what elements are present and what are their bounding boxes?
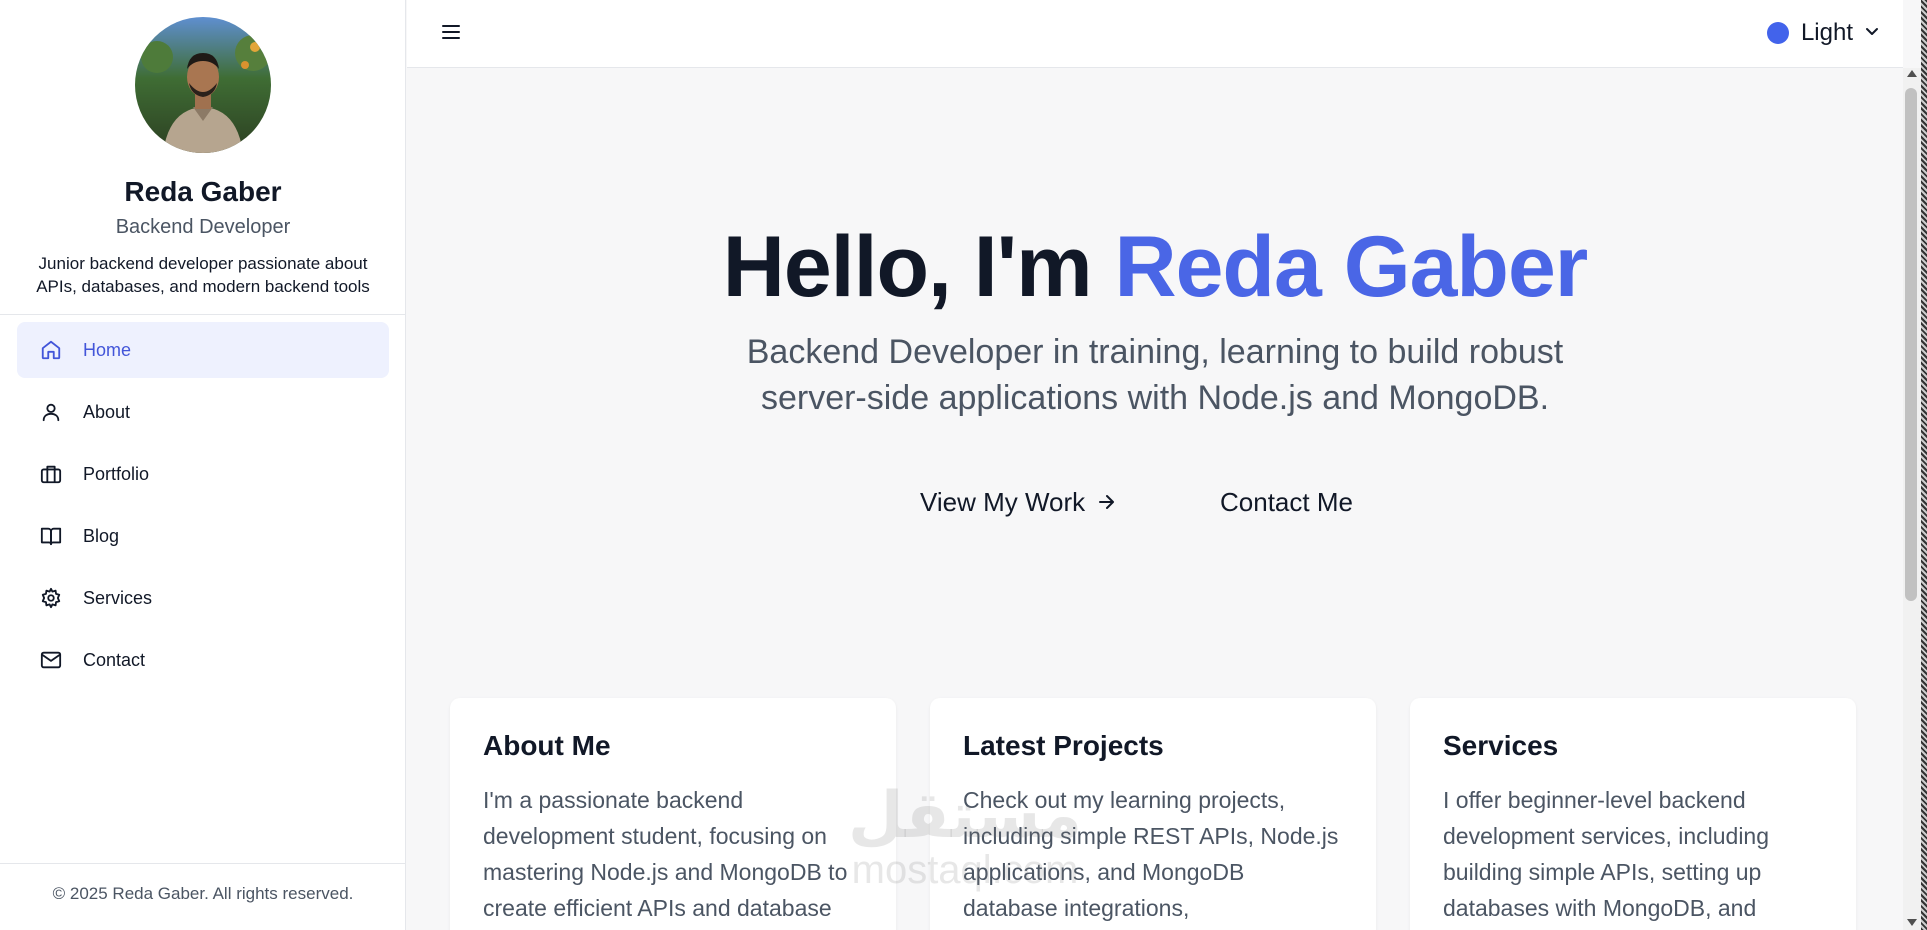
- sidebar-nav: Home About Portfolio Blog Services Conta…: [17, 322, 389, 694]
- user-icon: [39, 400, 63, 424]
- card-text: Check out my learning projects, includin…: [963, 787, 1339, 921]
- card-text: I'm a passionate backend development stu…: [483, 787, 848, 921]
- card-title: Latest Projects: [963, 730, 1164, 761]
- sidebar-item-label: Home: [83, 339, 132, 360]
- hero-greeting: Hello, I'm: [722, 219, 1115, 315]
- menu-toggle-button[interactable]: [437, 20, 465, 48]
- profile-bio: Junior backend developer passionate abou…: [36, 254, 370, 296]
- book-icon: [39, 524, 63, 548]
- avatar: [135, 17, 271, 153]
- copyright-text: © 2025 Reda Gaber. All rights reserved.: [52, 884, 354, 903]
- sidebar-item-label: Contact: [83, 649, 146, 670]
- mail-icon: [39, 648, 63, 672]
- hero-name: Reda Gaber: [1114, 219, 1589, 315]
- divider: [0, 314, 405, 315]
- sidebar-item-blog[interactable]: Blog: [17, 508, 389, 564]
- top-bar: Light: [407, 0, 1903, 68]
- card-text: I offer beginner-level backend developme…: [1443, 787, 1770, 921]
- sidebar-item-portfolio[interactable]: Portfolio: [17, 446, 389, 502]
- contact-me-label: Contact Me: [1220, 486, 1353, 517]
- sidebar: Reda Gaber Backend Developer Junior back…: [0, 0, 406, 930]
- theme-label: Light: [1800, 19, 1853, 46]
- about-card: About Me I'm a passionate backend develo…: [450, 698, 896, 930]
- arrow-right-icon: [1097, 493, 1117, 511]
- divider: [0, 863, 405, 864]
- gear-icon: [39, 586, 63, 610]
- view-my-work-button[interactable]: View My Work: [920, 478, 1117, 526]
- card-title: Services: [1443, 730, 1559, 761]
- theme-select[interactable]: Light: [1766, 14, 1879, 52]
- sidebar-item-label: Portfolio: [83, 463, 150, 484]
- scroll-up-arrow-icon[interactable]: [1907, 70, 1917, 77]
- hamburger-icon: [441, 24, 461, 45]
- sidebar-item-home[interactable]: Home: [17, 322, 389, 378]
- view-my-work-label: View My Work: [920, 486, 1086, 517]
- sidebar-item-services[interactable]: Services: [17, 570, 389, 626]
- card-title: About Me: [483, 730, 611, 761]
- sidebar-item-label: About: [83, 401, 131, 422]
- window-edge: [1921, 0, 1927, 930]
- hero-subtitle: Backend Developer in training, learning …: [746, 333, 1564, 417]
- home-icon: [39, 338, 63, 362]
- chevron-down-icon: [1865, 24, 1879, 42]
- sidebar-item-contact[interactable]: Contact: [17, 632, 389, 688]
- scrollbar-thumb[interactable]: [1905, 88, 1917, 601]
- sidebar-item-about[interactable]: About: [17, 384, 389, 440]
- sidebar-item-label: Blog: [83, 525, 120, 546]
- scroll-down-arrow-icon[interactable]: [1907, 919, 1917, 926]
- hero-title: Hello, I'm Reda Gaber: [407, 218, 1903, 317]
- profile-name: Reda Gaber: [124, 176, 282, 207]
- profile-role: Backend Developer: [115, 216, 291, 238]
- page-scrollbar[interactable]: [1903, 68, 1921, 930]
- contact-me-button[interactable]: Contact Me: [1220, 478, 1353, 526]
- sidebar-item-label: Services: [83, 587, 153, 608]
- briefcase-icon: [39, 462, 63, 486]
- services-card: Services I offer beginner-level backend …: [1410, 698, 1856, 930]
- latest-projects-card: Latest Projects Check out my learning pr…: [930, 698, 1376, 930]
- theme-color-dot: [1766, 22, 1789, 44]
